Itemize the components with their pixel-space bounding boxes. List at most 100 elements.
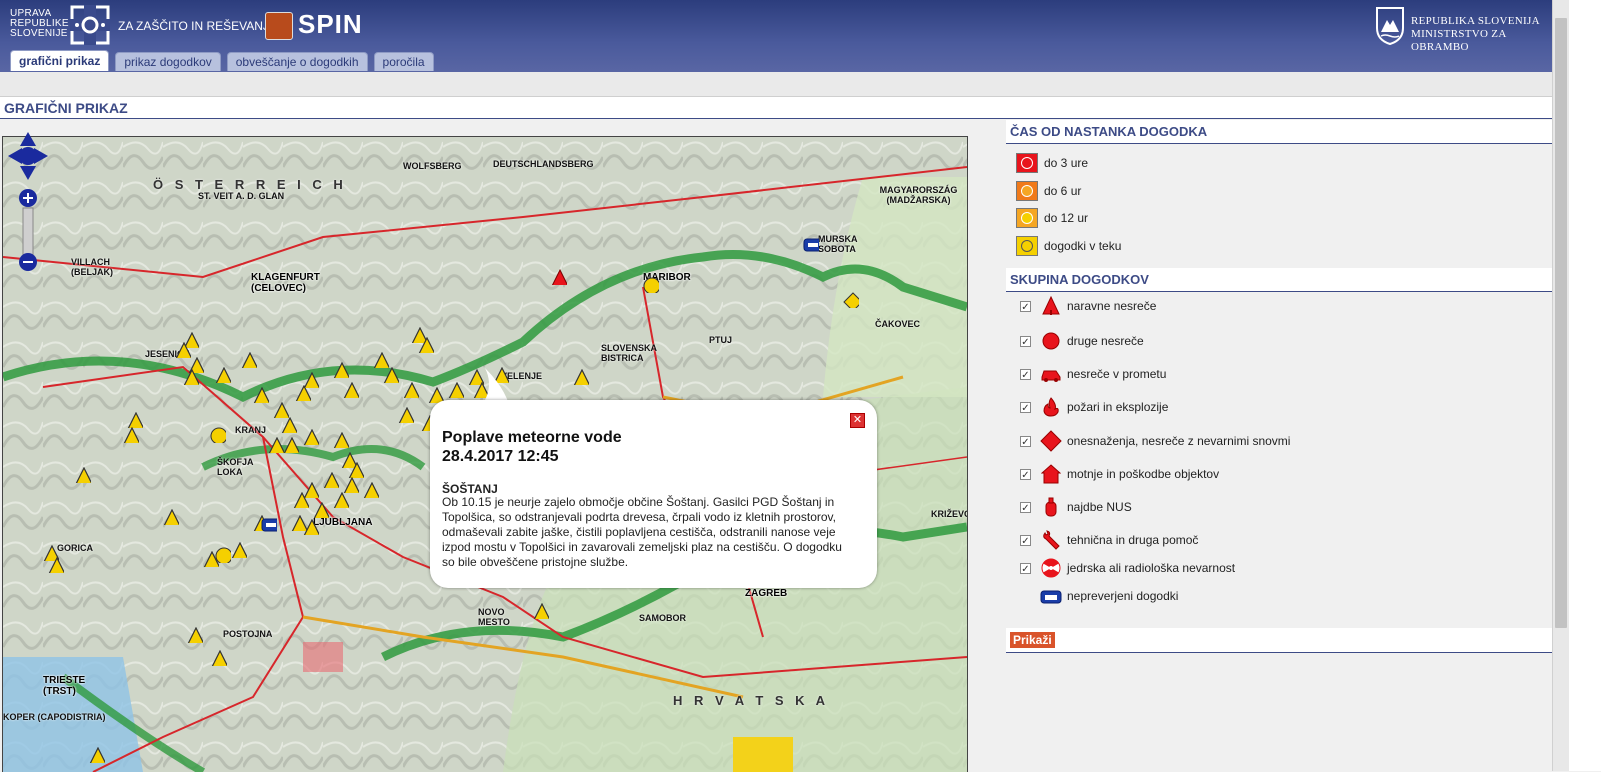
- event-marker[interactable]: [418, 337, 434, 353]
- event-marker[interactable]: [573, 369, 589, 385]
- event-marker[interactable]: [183, 369, 199, 385]
- popup-title: Poplave meteorne vode 28.4.2017 12:45: [442, 428, 622, 466]
- event-marker[interactable]: [268, 437, 284, 453]
- map-label-klagenfurt: KLAGENFURT (CELOVEC): [251, 272, 320, 294]
- org-logo-text: UPRAVA REPUBLIKE SLOVENIJE: [10, 9, 69, 39]
- group-checkbox[interactable]: ✓: [1020, 368, 1031, 381]
- popup-close-icon[interactable]: ✕: [850, 413, 865, 428]
- group-checkbox[interactable]: ✓: [1020, 534, 1031, 547]
- group-section-title: SKUPINA DOGODKOV: [1006, 268, 1552, 292]
- zoom-in-icon[interactable]: [19, 189, 37, 207]
- group-item[interactable]: ✓ motnje in poškodbe objektov: [1020, 462, 1219, 486]
- event-marker[interactable]: [211, 650, 227, 666]
- event-marker[interactable]: [303, 429, 319, 445]
- time-section-title: ČAS OD NASTANKA DOGODKA: [1006, 120, 1552, 144]
- group-item[interactable]: ✓ najdbe NUS: [1020, 495, 1132, 519]
- map-label-ptuj: PTUJ: [709, 335, 733, 345]
- event-marker[interactable]: [373, 352, 389, 368]
- event-marker[interactable]: [253, 387, 269, 403]
- group-label: nesreče v prometu: [1067, 367, 1167, 381]
- event-marker[interactable]: [48, 557, 64, 573]
- group-item[interactable]: nepreverjeni dogodki: [1020, 584, 1178, 608]
- event-marker[interactable]: [75, 467, 91, 483]
- page-margin: [1569, 0, 1601, 771]
- tab-obvescanje[interactable]: obveščanje o dogodkih: [226, 52, 368, 71]
- event-marker[interactable]: [323, 472, 339, 488]
- group-item[interactable]: ✓ jedrska ali radiološka nevarnost: [1020, 556, 1235, 580]
- event-marker[interactable]: [283, 437, 299, 453]
- popup-location: ŠOŠTANJ: [442, 482, 498, 496]
- group-item[interactable]: ✓ tehnična in druga pomoč: [1020, 528, 1198, 552]
- event-marker[interactable]: [551, 269, 567, 285]
- event-marker[interactable]: [175, 342, 191, 358]
- event-marker[interactable]: [533, 603, 549, 619]
- zoom-slider[interactable]: [22, 207, 34, 257]
- event-marker[interactable]: [348, 462, 364, 478]
- group-checkbox[interactable]: ✓: [1020, 562, 1031, 575]
- event-marker[interactable]: [333, 492, 349, 508]
- event-marker[interactable]: [281, 417, 297, 433]
- group-checkbox[interactable]: ✓: [1020, 468, 1031, 481]
- event-marker[interactable]: [123, 427, 139, 443]
- sub-toolbar: [0, 72, 1552, 97]
- zoom-out-icon[interactable]: [19, 253, 37, 271]
- group-item[interactable]: ✓ druge nesreče: [1020, 329, 1144, 353]
- group-checkbox[interactable]: ✓: [1020, 501, 1031, 514]
- event-marker[interactable]: [215, 547, 231, 563]
- vertical-scrollbar[interactable]: [1552, 0, 1570, 771]
- group-label: tehnična in druga pomoč: [1067, 533, 1199, 547]
- group-label: motnje in poškodbe objektov: [1067, 467, 1220, 481]
- tab-graficni-prikaz[interactable]: grafični prikaz: [10, 50, 110, 71]
- map-label-skofja-loka: ŠKOFJA LOKA: [217, 457, 254, 477]
- group-checkbox[interactable]: ✓: [1020, 435, 1031, 448]
- event-marker[interactable]: [383, 367, 399, 383]
- popup-event-type: Poplave meteorne vode: [442, 429, 622, 446]
- show-button[interactable]: Prikaži: [1010, 632, 1055, 648]
- event-marker[interactable]: [187, 627, 203, 643]
- tab-porocila[interactable]: poročila: [373, 52, 434, 71]
- event-marker[interactable]: [293, 492, 309, 508]
- group-checkbox[interactable]: ✓: [1020, 401, 1031, 414]
- event-marker[interactable]: [210, 427, 226, 443]
- event-marker[interactable]: [398, 407, 414, 423]
- event-marker[interactable]: [163, 509, 179, 525]
- event-marker[interactable]: [303, 372, 319, 388]
- event-marker[interactable]: [303, 519, 319, 535]
- event-marker[interactable]: [241, 352, 257, 368]
- event-marker[interactable]: [803, 237, 819, 253]
- tab-prikaz-dogodkov[interactable]: prikaz dogodkov: [115, 52, 221, 71]
- group-item[interactable]: ✓ onesnaženja, nesreče z nevarnimi snovmi: [1020, 429, 1290, 453]
- event-marker[interactable]: [273, 402, 289, 418]
- scrollbar-thumb[interactable]: [1555, 18, 1567, 628]
- pan-control-icon[interactable]: [8, 132, 48, 180]
- event-marker[interactable]: [343, 477, 359, 493]
- event-marker[interactable]: [231, 542, 247, 558]
- group-checkbox[interactable]: ✓: [1020, 300, 1031, 313]
- time-label: dogodki v teku: [1044, 239, 1122, 253]
- event-marker[interactable]: [343, 382, 359, 398]
- event-marker[interactable]: [843, 292, 859, 308]
- group-label: nepreverjeni dogodki: [1067, 589, 1179, 603]
- event-marker[interactable]: [333, 432, 349, 448]
- event-marker[interactable]: [643, 277, 659, 293]
- map-label-kranj: KRANJ: [235, 425, 267, 435]
- event-marker[interactable]: [363, 482, 379, 498]
- group-item[interactable]: ✓ naravne nesreče: [1020, 294, 1156, 318]
- group-label: druge nesreče: [1067, 334, 1144, 348]
- time-swatch-yellow: [1016, 236, 1038, 256]
- time-label: do 12 ur: [1044, 211, 1089, 225]
- event-popup: ✕ Poplave meteorne vode 28.4.2017 12:45 …: [430, 400, 877, 588]
- group-item[interactable]: ✓ nesreče v prometu: [1020, 362, 1166, 386]
- group-item[interactable]: ✓ požari in eksplozije: [1020, 395, 1168, 419]
- event-marker[interactable]: [333, 362, 349, 378]
- group-checkbox[interactable]: ✓: [1020, 335, 1031, 348]
- house-icon: [1039, 462, 1063, 486]
- diamond-icon: [1039, 429, 1063, 453]
- event-marker[interactable]: [313, 502, 329, 518]
- event-marker[interactable]: [127, 412, 143, 428]
- event-marker[interactable]: [261, 517, 277, 533]
- event-marker[interactable]: [89, 747, 105, 763]
- event-marker[interactable]: [215, 367, 231, 383]
- event-marker[interactable]: [403, 382, 419, 398]
- phone-icon: [1039, 584, 1063, 608]
